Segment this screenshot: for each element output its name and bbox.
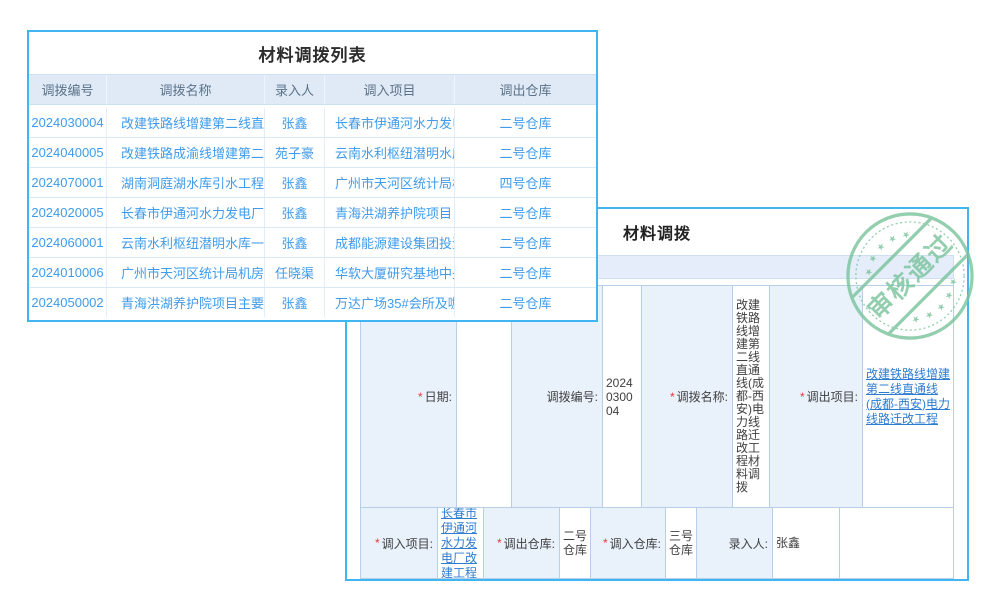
cell-recorder: 张鑫: [265, 228, 325, 257]
required-asterisk: *: [418, 390, 423, 404]
cell-transfer-id[interactable]: 2024070001: [29, 168, 107, 197]
column-header: 调拨名称: [107, 75, 265, 104]
required-asterisk: *: [375, 536, 380, 550]
out-project-label: * 调出项目:: [770, 286, 863, 507]
cell-in-project[interactable]: 长春市伊通河水力发电...: [325, 108, 455, 137]
table-row[interactable]: 2024040005改建铁路成渝线增建第二直通...苑子豪云南水利枢纽潜明水库.…: [29, 137, 596, 167]
in-warehouse-value: 三号仓库: [666, 508, 697, 578]
column-header: 调拨编号: [29, 75, 107, 104]
cell-transfer-id[interactable]: 2024020005: [29, 198, 107, 227]
cell-transfer-name[interactable]: 湖南洞庭湖水库引水工程施工...: [107, 168, 265, 197]
cell-transfer-name[interactable]: 青海洪湖养护院项目主要材料...: [107, 288, 265, 317]
cell-transfer-id[interactable]: 2024060001: [29, 228, 107, 257]
column-header: 调入项目: [325, 75, 455, 104]
empty-cell: [840, 508, 953, 578]
recorder-label: * 录入人:: [697, 508, 773, 578]
in-warehouse-label: * 调入仓库:: [591, 508, 666, 578]
transfer-no-value: 2024030004: [603, 286, 642, 507]
cell-transfer-name[interactable]: 长春市伊通河水力发电厂改建...: [107, 198, 265, 227]
cell-transfer-name[interactable]: 广州市天河区统计局机房改造...: [107, 258, 265, 287]
cell-in-project[interactable]: 青海洪湖养护院项目: [325, 198, 455, 227]
list-body: 2024030004改建铁路线增建第二线直通线...张鑫长春市伊通河水力发电..…: [29, 108, 596, 317]
cell-out-warehouse: 二号仓库: [455, 228, 596, 257]
required-asterisk: *: [800, 390, 805, 404]
detail-form-table: * 日期: * 调拨编号: 2024030004 * 调拨名称: 改建铁路线增建…: [360, 285, 954, 579]
table-row[interactable]: 2024030004改建铁路线增建第二线直通线...张鑫长春市伊通河水力发电..…: [29, 108, 596, 137]
cell-out-warehouse: 二号仓库: [455, 198, 596, 227]
cell-in-project[interactable]: 华软大厦研究基地中央...: [325, 258, 455, 287]
screen: 材料调拨 * 日期: * 调拨编号: 2024030004 * 调拨名称:: [0, 0, 1000, 600]
cell-transfer-name[interactable]: 改建铁路成渝线增建第二直通...: [107, 138, 265, 167]
cell-recorder: 张鑫: [265, 108, 325, 137]
cell-recorder: 任晓渠: [265, 258, 325, 287]
cell-recorder: 张鑫: [265, 288, 325, 317]
cell-in-project[interactable]: 云南水利枢纽潜明水库...: [325, 138, 455, 167]
list-header-row: 调拨编号调拨名称录入人调入项目调出仓库: [29, 74, 596, 105]
in-project-link[interactable]: 长春市伊通河水力发电厂改建工程: [441, 508, 480, 578]
cell-out-warehouse: 二号仓库: [455, 108, 596, 137]
cell-out-warehouse: 二号仓库: [455, 288, 596, 317]
recorder-value: 张鑫: [773, 508, 840, 578]
transfer-name-value: 改建铁路线增建第二线直通线(成都-西安)电力线路迁改工程材料调拨: [733, 286, 770, 507]
out-project-link-cell: 改建铁路线增建第二线直通线(成都-西安)电力线路迁改工程: [863, 286, 953, 507]
cell-transfer-name[interactable]: 云南水利枢纽潜明水库一期工...: [107, 228, 265, 257]
cell-out-warehouse: 二号仓库: [455, 258, 596, 287]
material-transfer-list-panel: 材料调拨列表 调拨编号调拨名称录入人调入项目调出仓库 2024030004改建铁…: [27, 30, 598, 322]
cell-recorder: 苑子豪: [265, 138, 325, 167]
table-row[interactable]: 2024050002青海洪湖养护院项目主要材料...张鑫万达广场35#会所及咖啡…: [29, 287, 596, 317]
transfer-name-label: * 调拨名称:: [642, 286, 733, 507]
form-row-2: * 调入项目: 长春市伊通河水力发电厂改建工程 * 调出仓库: 二号仓库 * 调…: [361, 508, 953, 578]
cell-in-project[interactable]: 广州市天河区统计局机...: [325, 168, 455, 197]
cell-transfer-id[interactable]: 2024050002: [29, 288, 107, 317]
cell-recorder: 张鑫: [265, 168, 325, 197]
table-row[interactable]: 2024060001云南水利枢纽潜明水库一期工...张鑫成都能源建设集团投资..…: [29, 227, 596, 257]
cell-recorder: 张鑫: [265, 198, 325, 227]
cell-transfer-id[interactable]: 2024040005: [29, 138, 107, 167]
cell-out-warehouse: 二号仓库: [455, 138, 596, 167]
out-warehouse-value: 二号仓库: [560, 508, 591, 578]
list-panel-title: 材料调拨列表: [29, 32, 596, 74]
cell-transfer-id[interactable]: 2024010006: [29, 258, 107, 287]
in-project-label: * 调入项目:: [361, 508, 438, 578]
in-project-link-cell: 长春市伊通河水力发电厂改建工程: [438, 508, 484, 578]
out-warehouse-label: * 调出仓库:: [484, 508, 560, 578]
table-row[interactable]: 2024070001湖南洞庭湖水库引水工程施工...张鑫广州市天河区统计局机..…: [29, 167, 596, 197]
cell-transfer-name[interactable]: 改建铁路线增建第二线直通线...: [107, 108, 265, 137]
cell-out-warehouse: 四号仓库: [455, 168, 596, 197]
column-header: 调出仓库: [455, 75, 596, 104]
table-row[interactable]: 2024020005长春市伊通河水力发电厂改建...张鑫青海洪湖养护院项目二号仓…: [29, 197, 596, 227]
cell-in-project[interactable]: 成都能源建设集团投资...: [325, 228, 455, 257]
column-header: 录入人: [265, 75, 325, 104]
cell-in-project[interactable]: 万达广场35#会所及咖啡...: [325, 288, 455, 317]
required-asterisk: *: [497, 536, 502, 550]
required-asterisk: *: [670, 390, 675, 404]
required-asterisk: *: [603, 536, 608, 550]
table-row[interactable]: 2024010006广州市天河区统计局机房改造...任晓渠华软大厦研究基地中央.…: [29, 257, 596, 287]
out-project-link[interactable]: 改建铁路线增建第二线直通线(成都-西安)电力线路迁改工程: [866, 367, 950, 427]
cell-transfer-id[interactable]: 2024030004: [29, 108, 107, 137]
